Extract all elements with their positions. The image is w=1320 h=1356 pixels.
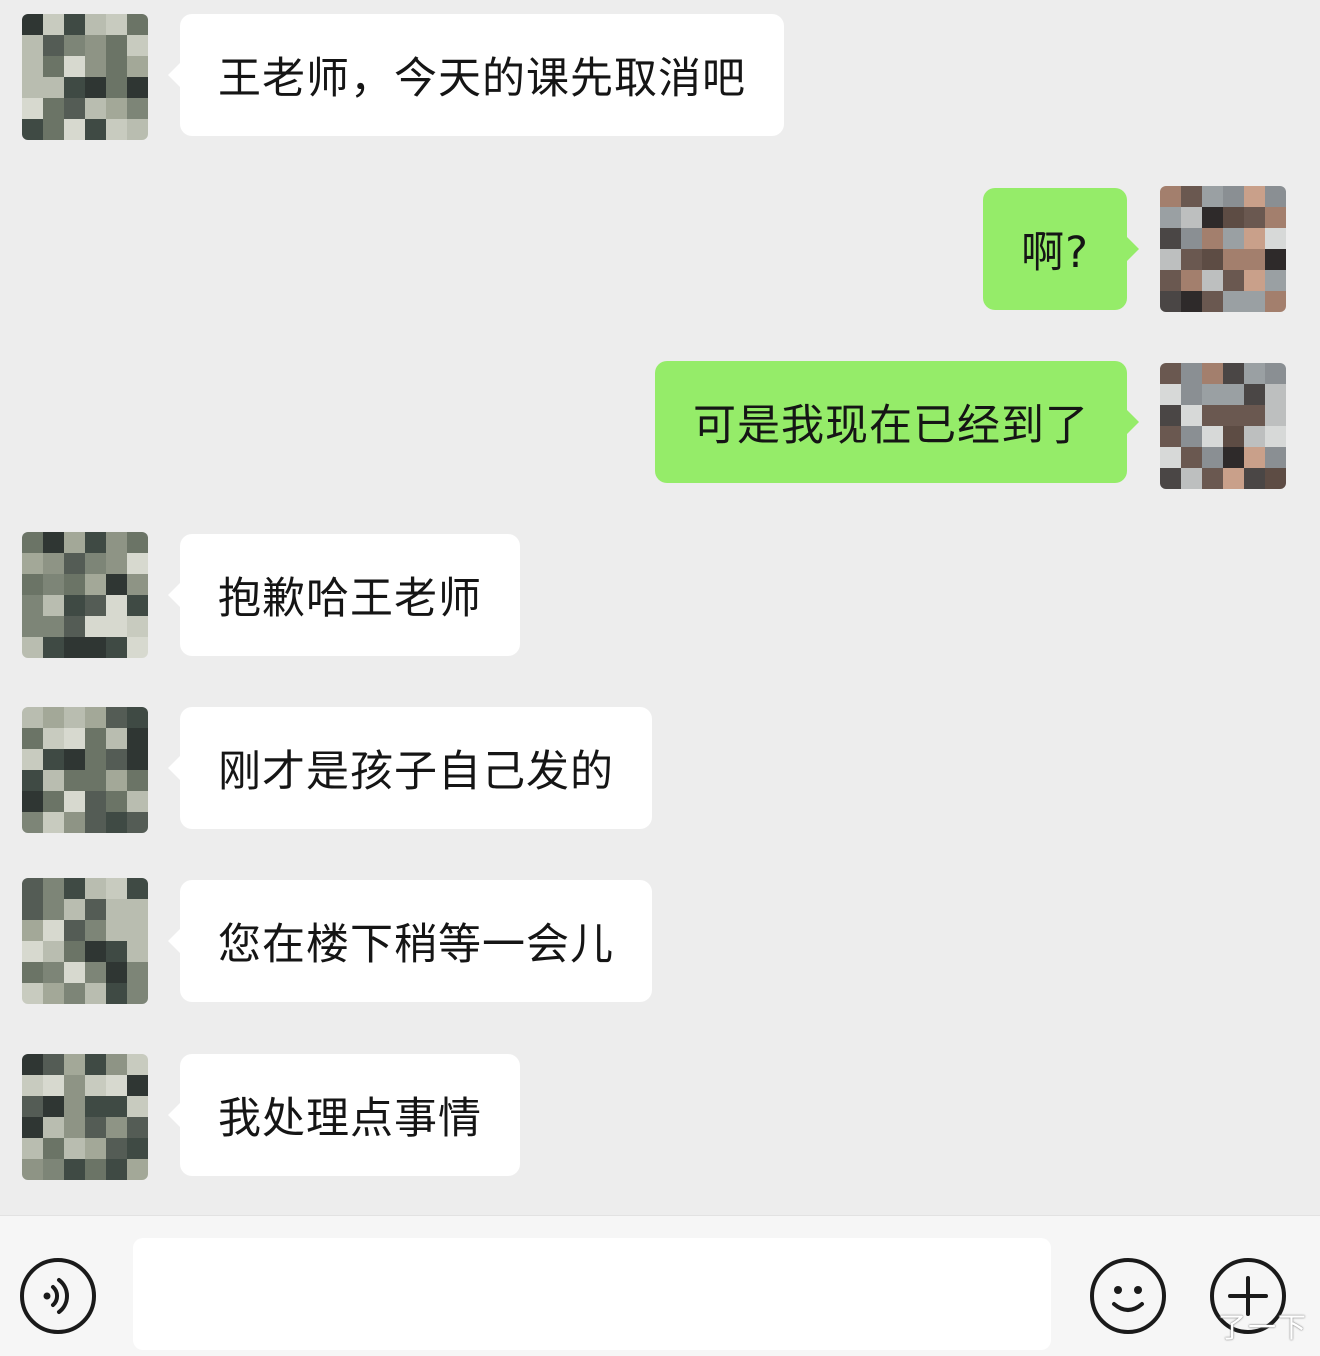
message-text: 我处理点事情: [218, 1094, 482, 1144]
message-bubble[interactable]: 刚才是孩子自己发的: [168, 707, 652, 829]
message-text: 抱歉哈王老师: [218, 574, 482, 624]
message-row: 您在楼下稍等一会儿: [0, 866, 1320, 1016]
message-bubble[interactable]: 抱歉哈王老师: [168, 534, 520, 656]
message-row: 抱歉哈王老师: [0, 520, 1320, 670]
message-row: 啊?: [0, 170, 1320, 320]
message-row: 王老师，今天的课先取消吧: [0, 0, 1320, 150]
contact-avatar[interactable]: [22, 878, 148, 1004]
message-bubble[interactable]: 王老师，今天的课先取消吧: [168, 14, 784, 136]
voice-icon: [43, 1278, 69, 1314]
message-text: 您在楼下稍等一会儿: [218, 920, 614, 970]
message-bubble[interactable]: 我处理点事情: [168, 1054, 520, 1176]
contact-avatar[interactable]: [22, 707, 148, 833]
emoji-button[interactable]: [1090, 1258, 1166, 1334]
message-bubble[interactable]: 啊?: [983, 188, 1139, 310]
self-avatar[interactable]: [1160, 186, 1286, 312]
message-text: 可是我现在已经到了: [693, 401, 1089, 451]
watermark-text: 了一下: [1217, 1311, 1308, 1344]
message-text: 啊?: [1021, 228, 1089, 278]
self-avatar[interactable]: [1160, 363, 1286, 489]
message-row: 刚才是孩子自己发的: [0, 693, 1320, 843]
message-bubble[interactable]: 您在楼下稍等一会儿: [168, 880, 652, 1002]
message-bubble[interactable]: 可是我现在已经到了: [655, 361, 1139, 483]
message-row: 可是我现在已经到了: [0, 345, 1320, 495]
message-text: 王老师，今天的课先取消吧: [218, 54, 746, 104]
message-input[interactable]: [133, 1238, 1051, 1350]
message-row: 我处理点事情: [0, 1040, 1320, 1190]
message-text: 刚才是孩子自己发的: [218, 747, 614, 797]
contact-avatar[interactable]: [22, 14, 148, 140]
voice-button[interactable]: [20, 1258, 96, 1334]
input-bar: 了一下: [0, 1215, 1320, 1356]
contact-avatar[interactable]: [22, 1054, 148, 1180]
chat-area: 王老师，今天的课先取消吧 啊? 可是我现在已经到了 抱歉哈王老师 刚才是孩子自己…: [0, 0, 1320, 1215]
emoji-icon: [1112, 1286, 1144, 1312]
contact-avatar[interactable]: [22, 532, 148, 658]
